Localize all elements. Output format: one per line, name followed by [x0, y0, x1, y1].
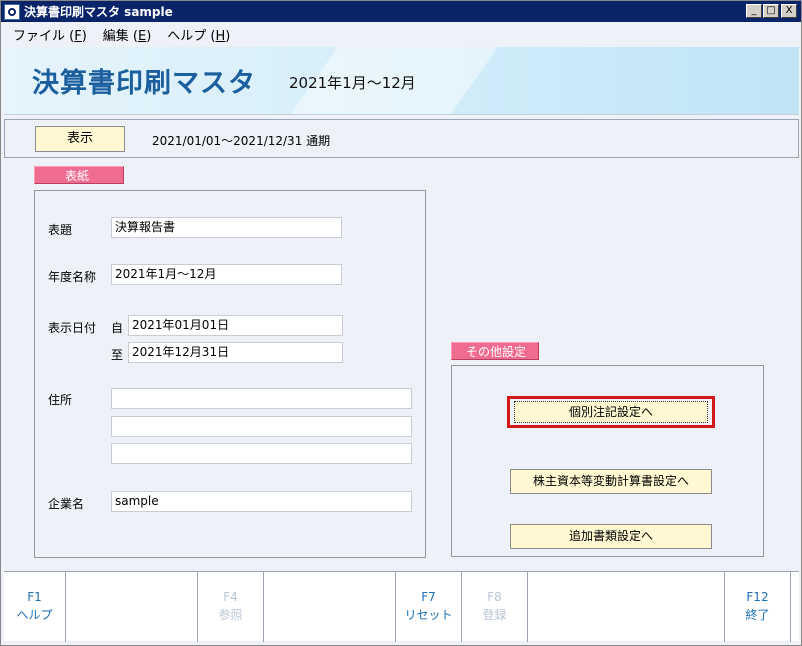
period-range: 2021/01/01～2021/12/31 通期	[152, 134, 331, 148]
display-button[interactable]: 表示	[35, 126, 125, 152]
cover-section-label: 表紙	[34, 166, 124, 184]
window-controls: _ □ X	[745, 4, 797, 18]
company-field[interactable]: sample	[111, 491, 412, 512]
year-label: 年度名称	[48, 270, 97, 284]
function-key-bar: F1 ヘルプ F4 参照 F7 リセット F8 登録 F12 終了	[4, 571, 799, 642]
to-label: 至	[111, 348, 124, 362]
fkey-blank-1	[66, 572, 198, 642]
title-bar: 決算書印刷マスタ sample _ □ X	[1, 1, 801, 22]
f7-reset-key[interactable]: F7 リセット	[396, 572, 462, 642]
year-field[interactable]: 2021年1月～12月	[111, 264, 342, 285]
window-title: 決算書印刷マスタ sample	[24, 5, 173, 19]
fkey-blank-3	[528, 572, 725, 642]
other-settings-group: 個別注記設定へ 株主資本等変動計算書設定へ 追加書類設定へ	[451, 365, 764, 557]
maximize-button[interactable]: □	[763, 4, 779, 18]
main-window: 決算書印刷マスタ sample _ □ X ファイル (F) 編集 (E) ヘル…	[0, 0, 802, 646]
equity-statement-settings-button[interactable]: 株主資本等変動計算書設定へ	[510, 469, 712, 494]
from-label: 自	[111, 321, 124, 335]
address-line2-field[interactable]	[111, 416, 412, 437]
header-banner: 決算書印刷マスタ 2021年1月～12月	[4, 47, 799, 115]
title-field[interactable]: 決算報告書	[111, 217, 342, 238]
menu-file[interactable]: ファイル (F)	[5, 25, 95, 44]
additional-documents-button[interactable]: 追加書類設定へ	[510, 524, 712, 549]
address-label: 住所	[48, 393, 73, 407]
address-line3-field[interactable]	[111, 443, 412, 464]
menu-edit[interactable]: 編集 (E)	[95, 25, 160, 44]
to-date-field[interactable]: 2021年12月31日	[128, 342, 343, 363]
close-button[interactable]: X	[781, 4, 797, 18]
f4-reference-key[interactable]: F4 参照	[198, 572, 264, 642]
menu-bar: ファイル (F) 編集 (E) ヘルプ (H)	[1, 22, 801, 46]
from-date-field[interactable]: 2021年01月01日	[128, 315, 343, 336]
title-label: 表題	[48, 223, 73, 237]
period-bar: 表示 2021/01/01～2021/12/31 通期	[4, 119, 799, 158]
page-title: 決算書印刷マスタ	[32, 68, 256, 99]
minimize-button[interactable]: _	[746, 4, 762, 18]
notes-settings-button[interactable]: 個別注記設定へ	[514, 401, 708, 423]
f8-register-key[interactable]: F8 登録	[462, 572, 528, 642]
address-line1-field[interactable]	[111, 388, 412, 409]
company-label: 企業名	[48, 497, 85, 511]
page-subtitle: 2021年1月～12月	[289, 74, 416, 92]
fkey-blank-2	[264, 572, 396, 642]
other-section-label: その他設定	[451, 342, 539, 360]
app-icon	[4, 3, 20, 20]
f1-help-key[interactable]: F1 ヘルプ	[4, 572, 66, 642]
date-label: 表示日付	[48, 321, 97, 335]
menu-help[interactable]: ヘルプ (H)	[159, 25, 238, 44]
f12-exit-key[interactable]: F12 終了	[725, 572, 791, 642]
cover-group: 表題 決算報告書 年度名称 2021年1月～12月 表示日付 自 2021年01…	[34, 190, 426, 558]
